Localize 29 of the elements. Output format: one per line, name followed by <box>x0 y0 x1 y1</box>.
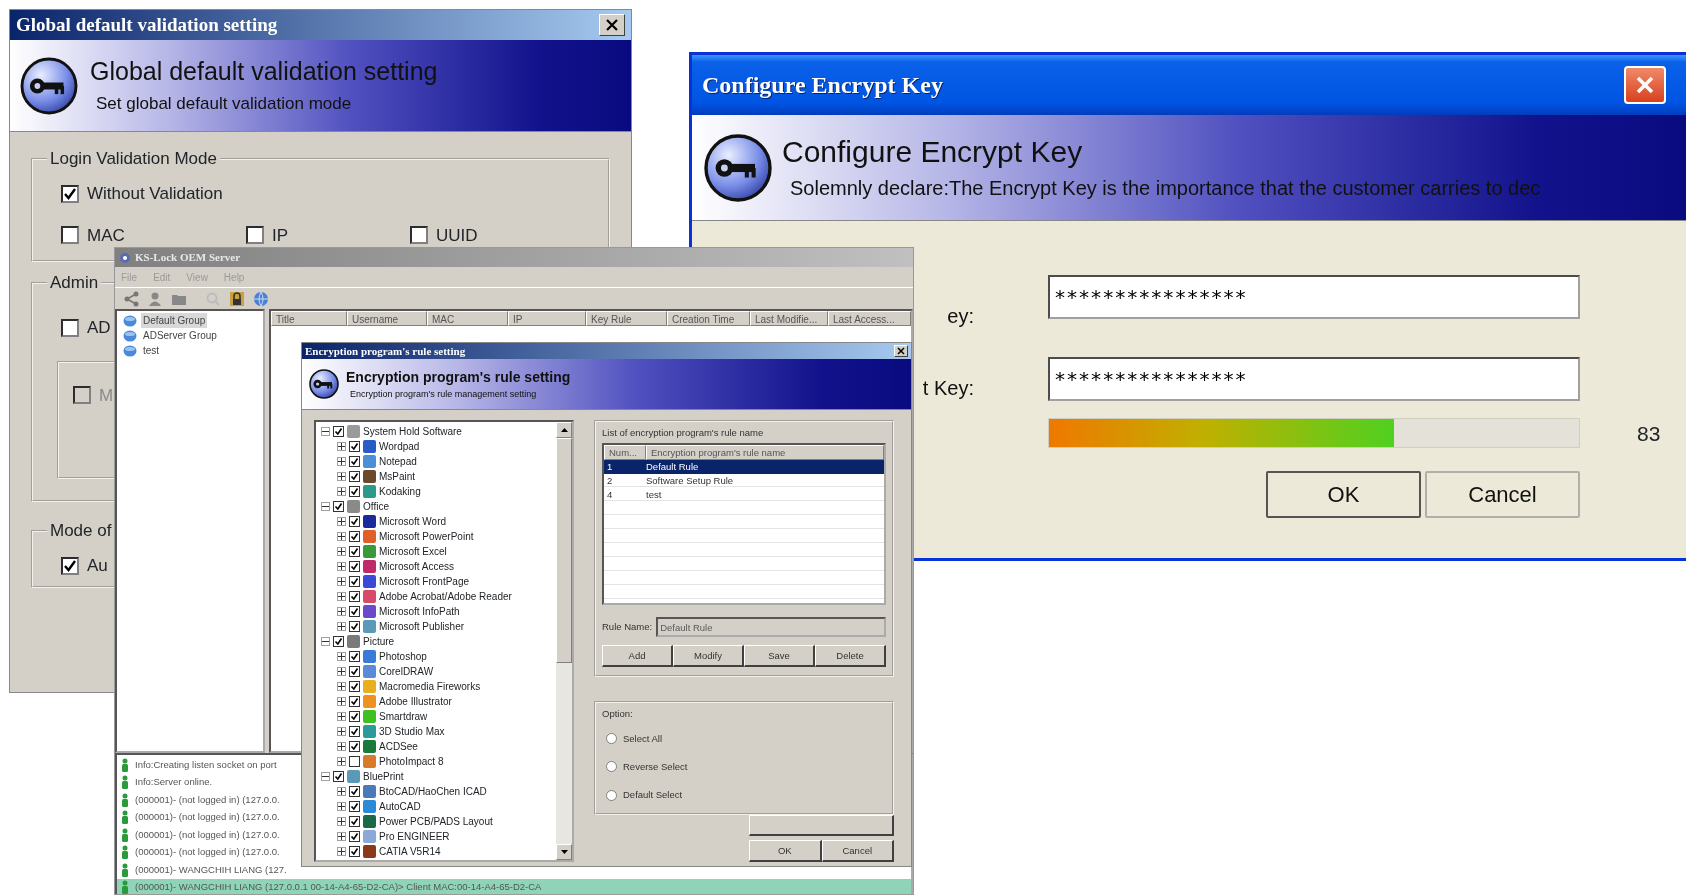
radio-label: Select All <box>623 731 663 746</box>
radio-label: Default Select <box>623 788 683 802</box>
checkbox-label: M <box>99 384 114 407</box>
group-label: Login Validation Mode <box>49 150 218 167</box>
checkbox-label: Without Validation <box>87 183 223 205</box>
strength-value: 83 <box>1636 421 1662 447</box>
header-title: Global default validation setting <box>90 57 438 87</box>
window-title: KS-Lock OEM Server <box>135 250 241 266</box>
group-label: Mode of <box>49 522 113 539</box>
checkbox-label: IP <box>272 224 289 247</box>
header-title: Encryption program's rule setting <box>346 368 571 385</box>
window-title: Global default validation setting <box>16 12 278 37</box>
option-label: Option: <box>602 707 634 722</box>
list-label: List of encryption program's rule name <box>602 426 765 440</box>
group-label: Admin <box>49 274 100 291</box>
radio-label: Reverse Select <box>623 759 688 774</box>
checkbox-label: UUID <box>436 224 478 247</box>
header-subtitle: Encryption program's rule management setting <box>349 388 538 400</box>
checkbox-label: MAC <box>87 224 125 247</box>
window-title: Configure Encrypt Key <box>702 71 943 100</box>
header-subtitle: Solemnly declare:The Encrypt Key is the importance that the customer carries to dec <box>789 177 1541 201</box>
field-label: t Key: <box>922 375 974 401</box>
header-title: Configure Encrypt Key <box>782 134 1084 170</box>
header-subtitle: Set global default validation mode <box>95 94 353 114</box>
field-label: ey: <box>947 304 974 329</box>
window-title: Encryption program's rule setting <box>305 343 466 359</box>
checkbox-label: Au <box>87 555 108 577</box>
checkbox-label: AD <box>87 317 111 339</box>
field-label: Rule Name: <box>602 620 653 635</box>
